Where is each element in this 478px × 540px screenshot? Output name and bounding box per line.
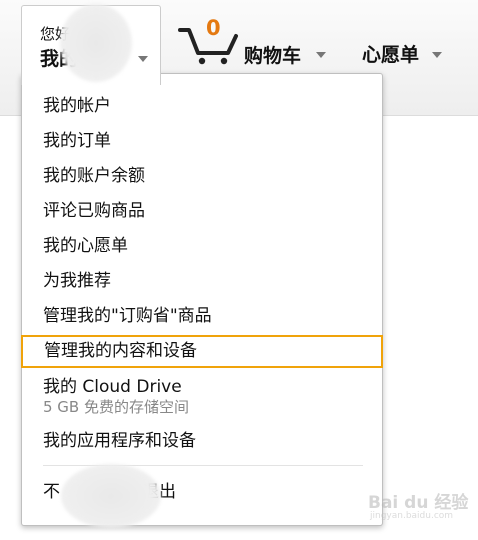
signout-prefix: 不 [43,482,60,502]
cart-label: 购物车 [244,45,302,67]
watermark-subtext: jingyan.baidu.com [370,511,454,521]
menu-item-label: 我的 Cloud Drive [43,377,182,397]
caret-down-icon [432,52,442,58]
watermark-text: Bai du 经验 [368,493,469,513]
menu-item-label: 我的心愿单 [43,236,128,256]
cart-button[interactable]: 0 购物车 [178,16,340,70]
baidu-watermark: Bai du 经验 jingyan.baidu.com [368,484,468,524]
menu-item-label: 我的账户余额 [43,166,145,186]
menu-item-apps-devices[interactable]: 我的应用程序和设备 [43,430,196,452]
wishlist-label: 心愿单 [362,44,420,66]
menu-item-label: 我的订单 [43,131,111,151]
blurred-username-redaction [60,4,132,82]
menu-item-account-balance[interactable]: 我的账户余额 [43,165,145,187]
menu-item-label: 评论已购商品 [43,201,145,221]
menu-item-label: 我的应用程序和设备 [43,431,196,451]
caret-down-icon [316,52,326,58]
menu-item-label: 管理我的内容和设备 [44,341,197,361]
cart-count: 0 [206,16,221,40]
menu-item-cloud-drive[interactable]: 我的 Cloud Drive 5 GB 免费的存储空间 [43,376,189,417]
menu-item-label: 我的帐户 [43,96,111,116]
menu-item-my-orders[interactable]: 我的订单 [43,130,111,152]
menu-item-sublabel: 5 GB 免费的存储空间 [43,398,189,416]
menu-item-recommendations[interactable]: 为我推荐 [43,270,111,292]
menu-item-content-devices[interactable]: 管理我的内容和设备 [21,335,383,368]
wishlist-button[interactable]: 心愿单 [362,40,442,66]
menu-item-review-purchases[interactable]: 评论已购商品 [43,200,145,222]
menu-item-my-account[interactable]: 我的帐户 [43,95,111,117]
blurred-username-redaction [61,464,161,528]
caret-down-icon [138,56,148,62]
account-dropdown-menu: 我的帐户 我的订单 我的账户余额 评论已购商品 我的心愿单 为我推荐 管理我的"… [21,62,383,528]
menu-item-subscribe-save[interactable]: 管理我的"订购省"商品 [43,305,212,327]
menu-item-label: 为我推荐 [43,271,111,291]
menu-item-label: 管理我的"订购省"商品 [43,306,212,326]
menu-item-my-wishlist[interactable]: 我的心愿单 [43,235,128,257]
